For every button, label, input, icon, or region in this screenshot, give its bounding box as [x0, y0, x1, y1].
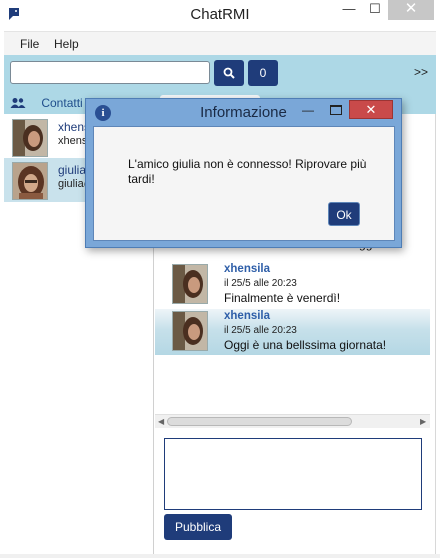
- tab-contatti[interactable]: Contatti: [10, 95, 83, 111]
- message-author[interactable]: xhensila: [224, 263, 270, 275]
- message-text: Oggi è una bellssima giornata!: [224, 338, 387, 352]
- avatar: [12, 162, 48, 200]
- avatar: [172, 264, 208, 304]
- message-date: il 25/5 alle 20:23: [224, 278, 297, 289]
- avatar: [172, 311, 208, 351]
- window-bottom-edge: [0, 554, 440, 558]
- minimize-button[interactable]: —: [336, 0, 362, 20]
- info-dialog: i Informazione — ✕ L'amico giulia non è …: [85, 98, 402, 248]
- dialog-close-button[interactable]: ✕: [349, 100, 393, 119]
- search-button[interactable]: [214, 60, 244, 86]
- scroll-left-icon[interactable]: ◀: [158, 415, 164, 429]
- notification-count-button[interactable]: 0: [248, 60, 278, 86]
- menu-file[interactable]: File: [20, 37, 39, 51]
- compose-textarea[interactable]: [164, 438, 422, 510]
- ok-button[interactable]: Ok: [328, 202, 360, 226]
- menu-bar: File Help: [4, 31, 436, 55]
- expand-button[interactable]: >>: [414, 65, 428, 79]
- search-input[interactable]: [10, 61, 210, 84]
- scroll-right-icon[interactable]: ▶: [420, 415, 426, 429]
- users-icon: [10, 97, 26, 108]
- close-button[interactable]: ✕: [388, 0, 434, 20]
- maximize-button[interactable]: ☐: [362, 0, 388, 20]
- scrollbar-thumb[interactable]: [167, 417, 352, 426]
- dialog-minimize-button[interactable]: —: [301, 103, 315, 117]
- dialog-body: L'amico giulia non è connesso! Riprovare…: [93, 126, 395, 241]
- message-item: xhensila il 25/5 alle 20:23 Oggi è una b…: [155, 309, 430, 355]
- search-icon: [223, 67, 235, 79]
- dialog-maximize-button[interactable]: [330, 105, 342, 115]
- avatar: [12, 119, 48, 157]
- menu-help[interactable]: Help: [54, 37, 79, 51]
- horizontal-scrollbar[interactable]: ◀ ▶: [155, 414, 430, 428]
- contact-name: giulia: [58, 163, 87, 177]
- title-bar: ChatRMI — ☐ ✕: [0, 0, 440, 31]
- message-item: xhensila il 25/5 alle 20:23 Finalmente è…: [155, 262, 430, 308]
- toolbar: 0 >>: [4, 55, 436, 92]
- publish-button[interactable]: Pubblica: [164, 514, 232, 540]
- message-date: il 25/5 alle 20:23: [224, 325, 297, 336]
- tab-contatti-label: Contatti: [41, 95, 83, 110]
- message-text: Finalmente è venerdì!: [224, 291, 341, 305]
- message-author[interactable]: xhensila: [224, 310, 270, 322]
- dialog-message: L'amico giulia non è connesso! Riprovare…: [128, 157, 367, 186]
